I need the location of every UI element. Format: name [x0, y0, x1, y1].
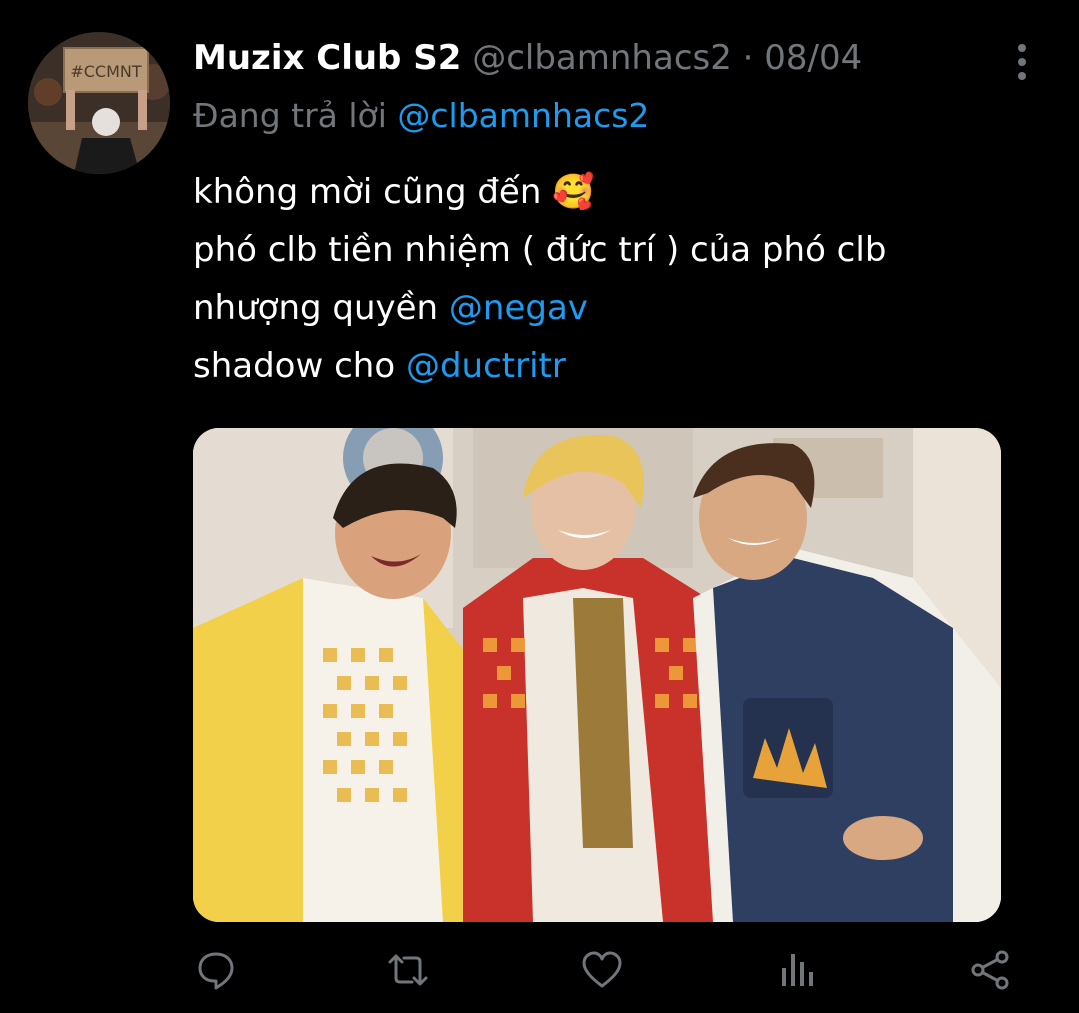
tweet-header: Muzix Club S2 @clbamnhacs2 · 08/04: [193, 36, 862, 80]
heart-icon: [582, 951, 622, 988]
display-name[interactable]: Muzix Club S2: [193, 38, 461, 78]
tweet-photo[interactable]: [193, 428, 1001, 922]
bar-chart-icon: [782, 954, 813, 986]
avatar-image: #CCMNT: [28, 32, 170, 174]
tweet-line-1-text: không mời cũng đến: [193, 172, 542, 212]
reply-label: Đang trả lời: [193, 96, 387, 135]
like-button[interactable]: [572, 940, 632, 1000]
share-icon: [971, 950, 1009, 990]
tweet-actions: [0, 940, 1079, 1000]
photo-image: [193, 428, 1001, 922]
mention-ductritr[interactable]: @ductritr: [406, 346, 566, 386]
mention-negav[interactable]: @negav: [449, 288, 588, 328]
reply-button[interactable]: [186, 940, 246, 1000]
more-dot-icon: [1018, 58, 1026, 66]
smiling-face-hearts-emoji: 🥰: [552, 172, 595, 212]
avatar[interactable]: #CCMNT: [28, 32, 170, 174]
tweet-line-4-text: shadow cho: [193, 346, 396, 386]
more-dot-icon: [1018, 44, 1026, 52]
tweet-date[interactable]: 08/04: [764, 38, 862, 78]
views-button[interactable]: [766, 940, 826, 1000]
tweet-line-3-text: nhượng quyền: [193, 288, 439, 328]
retweet-icon: [388, 954, 428, 986]
tweet-body: không mời cũng đến 🥰 phó clb tiền nhiệm …: [193, 163, 886, 395]
tweet-line-1: không mời cũng đến 🥰: [193, 163, 886, 221]
user-handle[interactable]: @clbamnhacs2: [472, 38, 732, 78]
more-options-button[interactable]: [1006, 40, 1038, 84]
avatar-sign-text: #CCMNT: [70, 62, 142, 81]
share-button[interactable]: [960, 940, 1020, 1000]
reply-context: Đang trả lời @clbamnhacs2: [193, 94, 649, 138]
retweet-button[interactable]: [378, 940, 438, 1000]
header-separator: ·: [742, 38, 754, 78]
more-dot-icon: [1018, 72, 1026, 80]
tweet-line-2: phó clb tiền nhiệm ( đức trí ) của phó c…: [193, 230, 887, 270]
tweet-line-4: shadow cho @ductritr: [193, 337, 886, 395]
reply-to-mention[interactable]: @clbamnhacs2: [397, 96, 649, 135]
tweet-line-3: nhượng quyền @negav: [193, 279, 886, 337]
speech-bubble-icon: [198, 952, 234, 990]
